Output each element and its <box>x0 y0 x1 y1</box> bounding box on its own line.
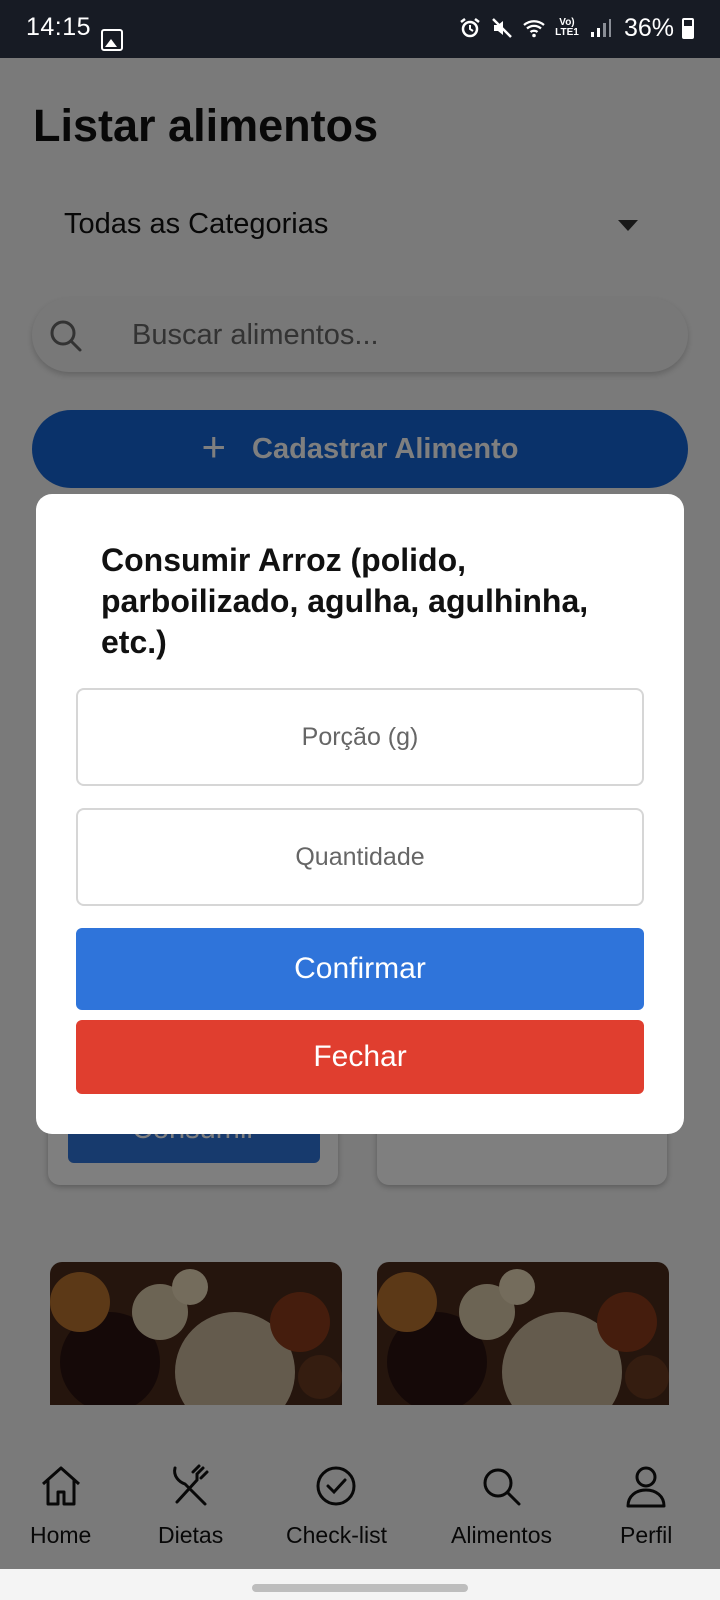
quantity-input[interactable] <box>76 808 644 906</box>
consume-modal: Consumir Arroz (polido, parboilizado, ag… <box>36 494 684 1134</box>
wifi-icon <box>523 20 545 38</box>
status-bar: 14:15 Vo) LTE1 36% <box>0 0 720 58</box>
signal-icon <box>590 19 611 37</box>
battery-icon <box>682 17 694 39</box>
close-button[interactable]: Fechar <box>76 1020 644 1094</box>
portion-input[interactable] <box>76 688 644 786</box>
modal-title: Consumir Arroz (polido, parboilizado, ag… <box>101 542 589 660</box>
alarm-icon <box>460 18 480 38</box>
mute-icon <box>492 18 512 38</box>
gallery-icon <box>101 29 123 51</box>
home-indicator[interactable] <box>252 1584 468 1592</box>
status-time: 14:15 <box>26 13 92 41</box>
confirm-button[interactable]: Confirmar <box>76 928 644 1010</box>
battery-percent: 36% <box>623 13 674 42</box>
status-icons: Vo) LTE1 36% <box>458 14 694 42</box>
lte-indicator: Vo) LTE1 <box>555 17 579 38</box>
